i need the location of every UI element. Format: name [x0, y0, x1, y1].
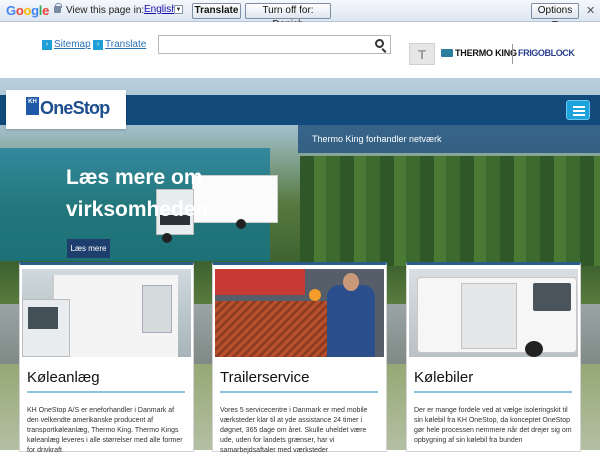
sitemap-link[interactable]: Sitemap: [54, 39, 91, 50]
chevron-down-icon[interactable]: ▼: [174, 5, 183, 14]
onestop-logo[interactable]: KH OneStop A/S: [6, 90, 126, 129]
search-icon[interactable]: [375, 39, 384, 48]
read-more-button[interactable]: Læs mere: [67, 239, 110, 258]
hero-title: Læs mere om virksomheden: [66, 166, 209, 221]
kh-logo-mark: KH: [26, 97, 39, 115]
thermo-king-logo[interactable]: THERMO KING: [441, 48, 517, 58]
site-header: › Sitemap › Translate T THERMO KING FRIG…: [0, 22, 600, 78]
sitemap-arrow-icon: ›: [42, 40, 52, 50]
brand-suffix: A/S: [95, 104, 104, 110]
google-logo: Google: [6, 3, 50, 18]
card-kolebiler[interactable]: Kølebiler Der er mange fordele ved at væ…: [406, 262, 581, 452]
language-select[interactable]: English: [144, 4, 177, 15]
refrigerated-truck-image[interactable]: [22, 269, 191, 357]
card-text: KH OneStop A/S er eneforhandler i Danmar…: [27, 407, 183, 454]
card-trailerservice[interactable]: Trailerservice Vores 5 servicecentre i D…: [212, 262, 387, 454]
turn-off-button[interactable]: Turn off for: Danish: [245, 3, 331, 30]
lock-icon: [54, 3, 62, 13]
dealer-network-link[interactable]: Thermo King forhandler netværk: [298, 125, 600, 153]
forest-image: [300, 156, 600, 266]
logo-divider: [512, 44, 513, 64]
card-title[interactable]: Trailerservice: [220, 369, 309, 386]
options-button[interactable]: Options ▼: [531, 3, 579, 30]
card-text: Vores 5 servicecentre i Danmark er med m…: [220, 407, 368, 454]
card-text: Der er mange fordele ved at vælge isoler…: [414, 407, 572, 444]
search-input[interactable]: [158, 35, 391, 54]
menu-icon[interactable]: [566, 100, 590, 120]
card-divider: [414, 391, 572, 393]
card-koleanlaeg[interactable]: Køleanlæg KH OneStop A/S er eneforhandle…: [19, 262, 194, 454]
thermo-king-text: THERMO KING: [455, 48, 517, 58]
thermo-king-mark-icon: [441, 49, 453, 57]
card-divider: [27, 391, 185, 393]
mechanic-image[interactable]: [215, 269, 384, 357]
view-page-label: View this page in:: [66, 5, 145, 16]
translate-button[interactable]: Translate: [192, 3, 241, 19]
thermo-king-badge[interactable]: T: [409, 43, 435, 65]
card-title[interactable]: Køleanlæg: [27, 369, 100, 386]
card-divider: [220, 391, 378, 393]
card-title[interactable]: Kølebiler: [414, 369, 473, 386]
close-icon[interactable]: ✕: [586, 4, 595, 17]
van-image[interactable]: [409, 269, 578, 357]
translate-arrow-icon: ›: [93, 40, 103, 50]
frigoblock-logo[interactable]: FRIGOBLOCK: [518, 48, 575, 58]
translate-link[interactable]: Translate: [105, 39, 146, 50]
google-translate-bar: Google View this page in: English ▼ Tran…: [0, 0, 600, 30]
